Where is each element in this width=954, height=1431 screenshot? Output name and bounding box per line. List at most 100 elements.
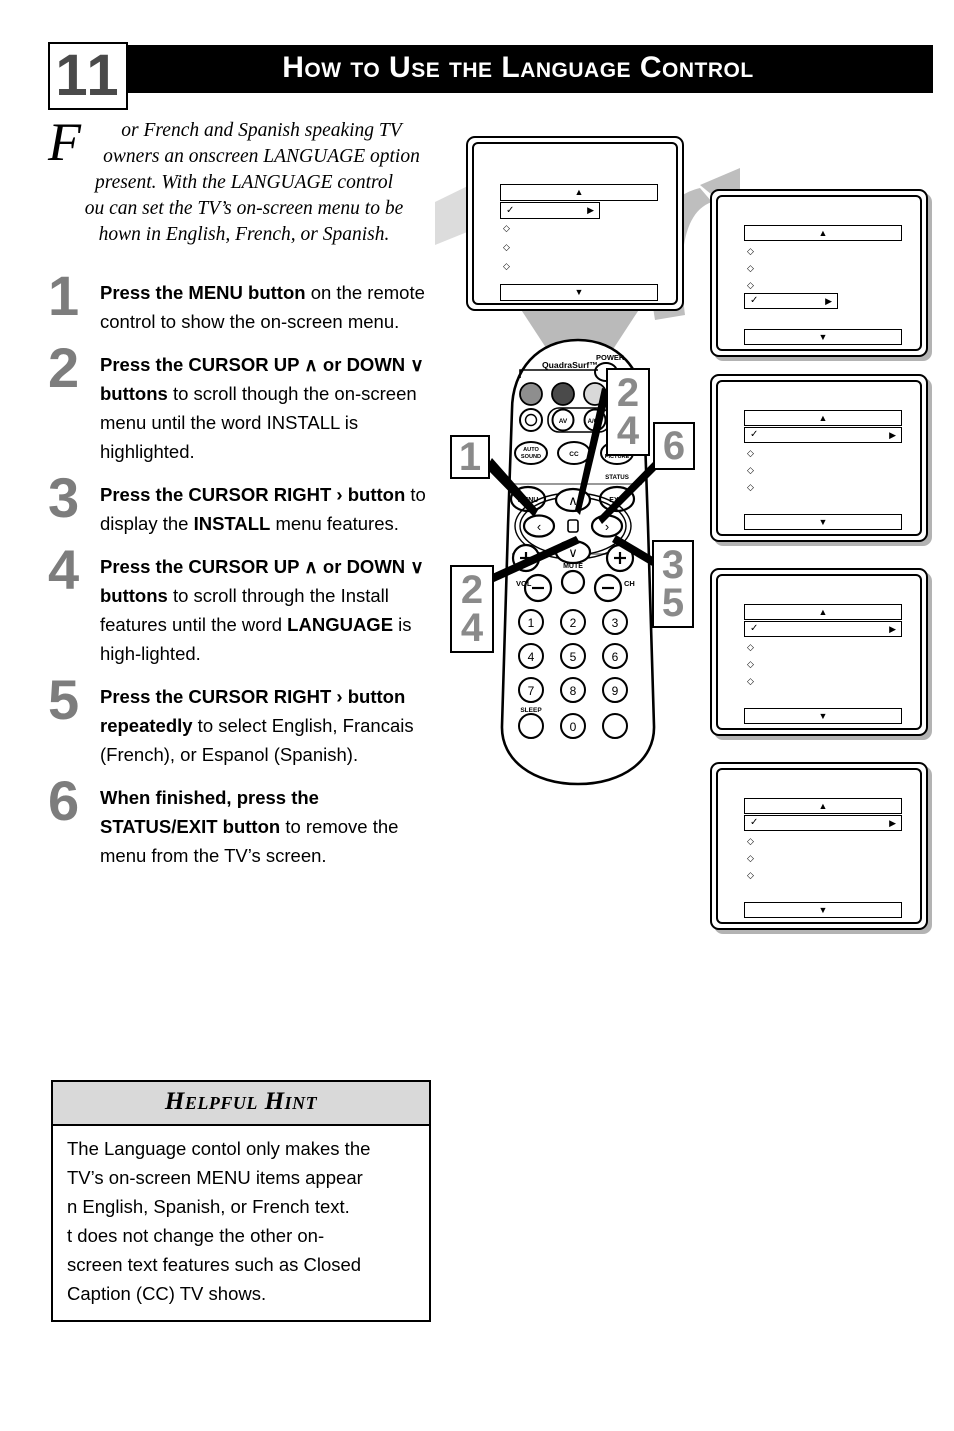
osd-up-arrow-icon: ▲ [818, 412, 828, 423]
step-3: 3 Press the CURSOR RIGHT › button to disp… [48, 470, 440, 538]
step-number: 6 [48, 769, 80, 832]
steps-list: 1 Press the MENU button on the remote con… [48, 268, 440, 884]
osd-down-arrow-icon: ▼ [818, 904, 828, 915]
osd-up-arrow-icon: ▲ [818, 606, 828, 617]
hint-line: The Language contol only makes the [67, 1138, 371, 1159]
key-9: 9 [612, 684, 619, 698]
tv-osd-menu: ▲ ✓ ▶ ◇ ◇ ◇ ▼ [474, 144, 676, 303]
step-5: 5 Press the CURSOR RIGHT › button repeate… [48, 672, 440, 769]
osd-right-arrow-icon: ▶ [889, 623, 896, 634]
osd-diamond-icon: ◇ [747, 448, 754, 458]
key-8: 8 [570, 684, 577, 698]
osd-check-icon: ✓ [750, 429, 759, 440]
intro-lines: or French and Spanish speaking TV owners … [48, 118, 440, 248]
osd-diamond-icon: ◇ [747, 836, 754, 846]
callout-value: 5 [661, 581, 685, 625]
osd-down-arrow-icon: ▼ [818, 710, 828, 721]
intro-line: or French and Spanish speaking TV [121, 120, 402, 141]
intro-line: hown in English, French, or Spanish. [98, 224, 390, 245]
osd-highlighted-row: ✓ ▶ [744, 815, 902, 831]
key-5: 5 [570, 650, 577, 664]
callout-value: 4 [460, 606, 484, 650]
step-text: Press the CURSOR RIGHT › button repeated… [100, 686, 414, 765]
page-number: 11 [55, 43, 121, 108]
callout-value: 4 [616, 409, 640, 453]
manual-page: How to Use the Language Control 11 F or … [0, 0, 954, 1431]
panel-screen: ▲ ✓ ▶ ◇ ◇ ◇ ▼ [716, 380, 922, 536]
intro-line: ou can set the TV’s on-screen menu to be [84, 198, 404, 219]
language-osd-menu: ▲ ✓ ▶ ◇ ◇ ◇ ▼ [718, 576, 920, 728]
panel-screen: ▲ ✓ ▶ ◇ ◇ ◇ ▼ [716, 574, 922, 730]
osd-scroll-down-bar: ▼ [744, 902, 902, 918]
callout-2-4-left: 2 4 [450, 565, 494, 653]
osd-right-arrow-icon: ▶ [889, 817, 896, 828]
language-osd-menu: ▲ ✓ ▶ ◇ ◇ ◇ ▼ [718, 382, 920, 534]
callout-2-4-top: 2 4 [606, 368, 650, 456]
helpful-hint-box: Helpful Hint The Language contol only ma… [51, 1080, 431, 1322]
step-number: 3 [48, 466, 80, 529]
language-menu-panel-3: ▲ ✓ ▶ ◇ ◇ ◇ ▼ [710, 762, 928, 930]
osd-diamond-icon: ◇ [503, 242, 510, 252]
page-title: How to Use the Language Control [282, 51, 754, 84]
step-text: Press the CURSOR RIGHT › button to displ… [100, 484, 426, 534]
callout-value: 2 [460, 568, 484, 612]
intro-line: owners an onscreen LANGUAGE option [103, 146, 420, 167]
helpful-hint-title: Helpful Hint [53, 1082, 429, 1126]
intro-paragraph: F or French and Spanish speaking TV owner… [48, 112, 440, 248]
osd-scroll-up-bar: ▲ [500, 184, 658, 201]
osd-scroll-up-bar: ▲ [744, 410, 902, 426]
osd-up-arrow-icon: ▲ [818, 227, 828, 238]
osd-diamond-icon: ◇ [747, 465, 754, 475]
callout-value: 6 [662, 424, 686, 468]
osd-scroll-down-bar: ▼ [744, 329, 902, 345]
osd-up-arrow-icon: ▲ [818, 800, 828, 811]
osd-diamond-icon: ◇ [747, 676, 754, 686]
key-6: 6 [612, 650, 619, 664]
panel-screen: ▲ ✓ ▶ ◇ ◇ ◇ ▼ [716, 768, 922, 924]
callout-value: 3 [661, 543, 685, 587]
osd-diamond-icon: ◇ [747, 642, 754, 652]
hint-line: t does not change the other on- [67, 1225, 325, 1246]
osd-diamond-icon: ◇ [747, 659, 754, 669]
language-menu-panel-1: ▲ ✓ ▶ ◇ ◇ ◇ ▼ [710, 374, 928, 542]
step-1: 1 Press the MENU button on the remote con… [48, 268, 440, 336]
osd-up-arrow-icon: ▲ [574, 187, 584, 197]
osd-diamond-icon: ◇ [747, 246, 754, 256]
helpful-hint-text: The Language contol only makes the TV’s o… [53, 1126, 429, 1320]
osd-check-icon: ✓ [750, 817, 759, 828]
osd-check-icon: ✓ [750, 623, 759, 634]
hint-line: n English, Spanish, or French text. [67, 1196, 350, 1217]
osd-check-icon: ✓ [750, 295, 759, 306]
osd-diamond-icon: ◇ [747, 482, 754, 492]
callout-value: 1 [458, 435, 482, 479]
key-7: 7 [528, 684, 535, 698]
step-number: 2 [48, 336, 80, 399]
osd-diamond-icon: ◇ [747, 263, 754, 273]
step-number: 1 [48, 264, 80, 327]
hint-line: TV’s on-screen MENU items appear [67, 1167, 363, 1188]
step-text: Press the CURSOR UP ∧ or DOWN ∨ buttons … [100, 354, 424, 462]
intro-line: present. With the LANGUAGE control [94, 172, 394, 193]
panel-screen: ▲ ◇ ◇ ◇ ✓ ▶ ▼ [716, 195, 922, 351]
osd-highlighted-row: ✓ ▶ [744, 621, 902, 637]
step-number: 4 [48, 538, 80, 601]
page-number-box: 11 [48, 42, 128, 110]
osd-down-arrow-icon: ▼ [818, 516, 828, 527]
osd-diamond-icon: ◇ [747, 280, 754, 290]
osd-down-arrow-icon: ▼ [574, 287, 584, 297]
callout-3-5: 3 5 [652, 540, 694, 628]
osd-right-arrow-icon: ▶ [889, 429, 896, 440]
callout-6: 6 [653, 422, 695, 470]
key-0: 0 [570, 720, 577, 734]
step-text: When finished, press the STATUS/EXIT but… [100, 787, 399, 866]
step-6: 6 When finished, press the STATUS/EXIT bu… [48, 773, 440, 870]
osd-scroll-up-bar: ▲ [744, 225, 902, 241]
osd-diamond-icon: ◇ [503, 223, 510, 233]
osd-down-arrow-icon: ▼ [818, 331, 828, 342]
hint-line: Caption (CC) TV shows. [67, 1283, 267, 1304]
step-text: Press the MENU button on the remote cont… [100, 282, 425, 332]
intro-dropcap: F [48, 112, 81, 172]
osd-scroll-up-bar: ▲ [744, 604, 902, 620]
install-menu-panel: ▲ ◇ ◇ ◇ ✓ ▶ ▼ [710, 189, 928, 357]
osd-diamond-icon: ◇ [747, 870, 754, 880]
